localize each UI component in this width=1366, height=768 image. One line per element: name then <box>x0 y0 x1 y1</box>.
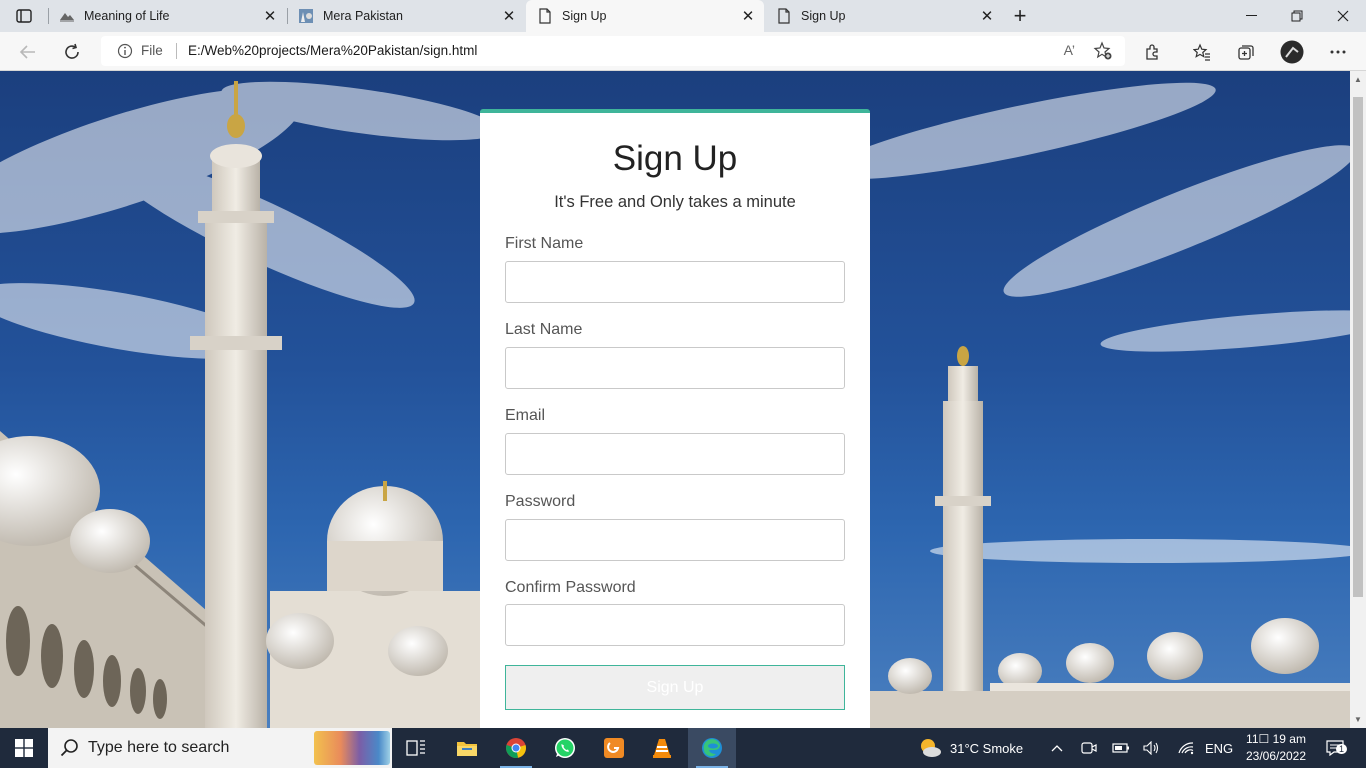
favorites-icon[interactable] <box>1188 39 1216 65</box>
form-subtitle: It's Free and Only takes a minute <box>554 193 796 211</box>
first-name-input[interactable] <box>505 261 845 303</box>
notification-count-badge: 1 <box>1336 744 1348 754</box>
extensions-icon[interactable] <box>1139 39 1167 65</box>
mountain-logo-icon <box>59 8 75 24</box>
browser-tab-strip: Meaning of Life ✕ Mera Pakistan ✕ Sign U… <box>0 0 1366 32</box>
add-favorite-icon[interactable] <box>1093 41 1113 61</box>
taskbar-search-box[interactable]: Type here to search <box>48 728 392 768</box>
weather-widget[interactable]: 31°C Smoke <box>918 728 1023 768</box>
more-menu-icon[interactable] <box>1324 39 1352 65</box>
edge-browser-icon[interactable] <box>688 728 736 768</box>
windows-start-icon[interactable] <box>0 728 48 768</box>
page-viewport: Sign Up It's Free and Only takes a minut… <box>0 71 1350 728</box>
close-icon[interactable]: ✕ <box>262 8 278 25</box>
page-icon <box>537 8 553 24</box>
tab-title: Sign Up <box>801 9 846 23</box>
minimize-button[interactable] <box>1228 0 1274 32</box>
last-name-input[interactable] <box>505 347 845 389</box>
signup-form-card: Sign Up It's Free and Only takes a minut… <box>480 109 870 728</box>
site-image-icon <box>298 8 314 24</box>
chevron-up-icon[interactable] <box>1048 728 1066 768</box>
tab-sign-up-active[interactable]: Sign Up ✕ <box>526 0 764 32</box>
chrome-icon[interactable] <box>492 728 540 768</box>
new-tab-button[interactable]: + <box>1006 3 1034 28</box>
last-name-label: Last Name <box>505 321 583 338</box>
refresh-icon[interactable] <box>58 39 86 65</box>
first-name-label: First Name <box>505 235 584 252</box>
restore-button[interactable] <box>1274 0 1320 32</box>
page-scrollbar[interactable]: ▲ ▼ <box>1350 71 1366 728</box>
clock-date: 23/06/2022 <box>1245 749 1307 763</box>
file-label: File <box>141 43 163 58</box>
task-view-icon[interactable] <box>392 728 440 768</box>
email-label: Email <box>505 407 546 424</box>
file-explorer-icon[interactable] <box>443 728 491 768</box>
confirm-password-label: Confirm Password <box>505 579 636 596</box>
tab-title: Mera Pakistan <box>323 9 403 23</box>
tab-sign-up[interactable]: Sign Up ✕ <box>765 0 1003 32</box>
taskbar-clock[interactable]: 11☐ 19 am 23/06/2022 <box>1238 731 1314 765</box>
scrollbar-thumb[interactable] <box>1353 97 1363 597</box>
notification-center-icon[interactable]: 1 <box>1324 728 1348 768</box>
close-icon[interactable]: ✕ <box>501 8 517 25</box>
close-icon[interactable]: ✕ <box>740 8 756 25</box>
tab-meaning-of-life[interactable]: Meaning of Life ✕ <box>48 0 286 32</box>
profile-avatar[interactable] <box>1278 39 1306 65</box>
divider <box>176 43 177 59</box>
wifi-icon[interactable] <box>1176 728 1196 768</box>
close-window-button[interactable] <box>1320 0 1366 32</box>
clock-time: 11☐ 19 am <box>1246 732 1306 746</box>
search-placeholder: Type here to search <box>88 739 230 756</box>
tab-title: Meaning of Life <box>84 9 170 23</box>
form-title: Sign Up <box>612 139 738 178</box>
language-indicator[interactable]: ENG <box>1205 728 1233 768</box>
weather-text: 31°C Smoke <box>950 740 1024 756</box>
battery-icon[interactable] <box>1112 728 1130 768</box>
confirm-password-input[interactable] <box>505 604 845 646</box>
close-icon[interactable]: ✕ <box>979 8 995 25</box>
sign-up-button[interactable]: Sign Up <box>505 665 845 710</box>
read-aloud-icon[interactable]: A’ <box>1064 42 1075 58</box>
password-input[interactable] <box>505 519 845 561</box>
page-icon <box>776 8 792 24</box>
password-label: Password <box>505 493 576 510</box>
address-bar[interactable]: File E:/Web%20projects/Mera%20Pakistan/s… <box>101 36 1125 66</box>
workspaces-icon[interactable] <box>10 6 38 26</box>
url-text[interactable]: E:/Web%20projects/Mera%20Pakistan/sign.h… <box>188 43 477 58</box>
search-icon <box>60 738 80 758</box>
scroll-down-icon[interactable]: ▼ <box>1354 715 1362 724</box>
meet-now-icon[interactable] <box>1080 728 1098 768</box>
vlc-icon[interactable] <box>638 728 686 768</box>
tab-mera-pakistan[interactable]: Mera Pakistan ✕ <box>287 0 525 32</box>
browser-toolbar: File E:/Web%20projects/Mera%20Pakistan/s… <box>0 32 1366 71</box>
weather-sun-icon <box>921 739 941 757</box>
windows-taskbar: Type here to search 31°C Smoke ENG 11☐ 1… <box>0 728 1366 768</box>
pdf-reader-icon[interactable] <box>590 728 638 768</box>
back-arrow-icon[interactable] <box>14 39 42 65</box>
info-icon[interactable] <box>117 43 133 59</box>
scroll-up-icon[interactable]: ▲ <box>1354 75 1362 84</box>
search-highlight-image <box>314 731 390 765</box>
collections-icon[interactable] <box>1232 39 1260 65</box>
whatsapp-icon[interactable] <box>541 728 589 768</box>
tab-title: Sign Up <box>562 9 607 23</box>
volume-icon[interactable] <box>1143 728 1161 768</box>
email-input[interactable] <box>505 433 845 475</box>
